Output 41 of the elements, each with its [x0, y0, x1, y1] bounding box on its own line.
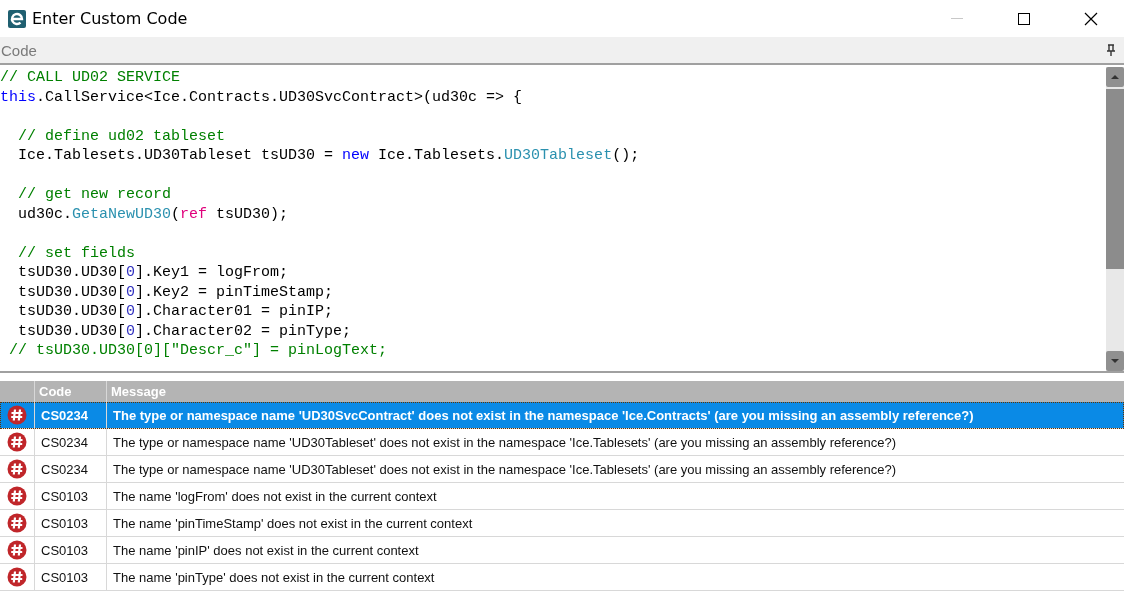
error-row[interactable]: CS0103 The name 'pinTimeStamp' does not exist in the current context — [0, 510, 1124, 537]
table-cell: CS0103 — [34, 510, 106, 536]
scroll-down-button[interactable] — [1106, 351, 1124, 371]
error-row[interactable]: CS0234 The type or namespace name 'UD30Tableset' does not exist in the namespace 'Ice.Tablesets' (are you missing an assembly reference?) — [0, 456, 1124, 483]
error-icon — [7, 486, 27, 506]
scrollbar-thumb[interactable] — [1106, 89, 1124, 269]
table-cell: CS0234 — [34, 429, 106, 455]
error-row[interactable]: CS0234 The type or namespace name 'UD30SvcContract' does not exist in the namespace 'Ice.Contracts' (are you missing an assembly reference?) — [0, 402, 1124, 429]
table-cell: CS0103 — [34, 483, 106, 509]
error-row[interactable]: CS0103 The name 'logFrom' does not exist in the current context — [0, 483, 1124, 510]
table-cell: The type or namespace name 'UD30Tableset' does not exist in the namespace 'Ice.Tablesets' (are you missing an assembly reference?) — [106, 429, 1124, 455]
pin-icon[interactable] — [1106, 44, 1116, 56]
scroll-up-button[interactable] — [1106, 67, 1124, 87]
error-icon — [7, 405, 27, 425]
table-cell: CS0103 — [34, 564, 106, 590]
table-cell: CS0234 — [34, 456, 106, 482]
error-row[interactable]: CS0103 The name 'pinIP' does not exist in the current context — [0, 537, 1124, 564]
code-editor[interactable]: // CALL UD02 SERVICE this.CallService<Ice.Contracts.UD30SvcContract>(ud30c => { // define ud02 tableset Ice.Tablesets.UD30Tableset tsUD30 = new Ice.Tablesets.UD30Tableset(); // get new record ud30c.GetaNewUD30(ref tsUD30); // set fields tsUD30.UD30[0].Key1 = logFrom; tsUD30.UD30[0].Key2 = pinTimeStamp; tsUD30.UD30[0].Character01 = pinIP; tsUD30.UD30[0].Character02 = pinType; // tsUD30.UD30[0]["Descr_c"] = pinLogText; — [0, 67, 1106, 371]
table-cell: The type or namespace name 'UD30SvcContract' does not exist in the namespace 'Ice.Contracts' (are you missing an assembly reference?) — [106, 402, 1124, 428]
up-triangle-icon — [1111, 75, 1119, 79]
error-icon — [7, 432, 27, 452]
error-icon — [7, 459, 27, 479]
error-icon — [7, 540, 27, 560]
error-row[interactable]: CS0103 The name 'pinType' does not exist in the current context — [0, 564, 1124, 591]
minimize-icon — [950, 17, 963, 20]
close-icon — [1083, 11, 1098, 26]
error-icon — [7, 513, 27, 533]
table-cell: CS0103 — [34, 537, 106, 563]
table-cell: The type or namespace name 'UD30Tableset' does not exist in the namespace 'Ice.Tablesets' (are you missing an assembly reference?) — [106, 456, 1124, 482]
error-icon — [7, 567, 27, 587]
table-cell: CS0234 — [34, 402, 106, 428]
down-triangle-icon — [1111, 359, 1119, 363]
panel-title: Code — [0, 41, 38, 59]
table-cell: The name 'pinIP' does not exist in the current context — [106, 537, 1124, 563]
maximize-icon — [1017, 12, 1030, 25]
table-cell: The name 'pinTimeStamp' does not exist in the current context — [106, 510, 1124, 536]
table-cell: The name 'logFrom' does not exist in the current context — [106, 483, 1124, 509]
error-row[interactable]: CS0234 The type or namespace name 'UD30Tableset' does not exist in the namespace 'Ice.Tablesets' (are you missing an assembly reference?) — [0, 429, 1124, 456]
table-cell: The name 'pinType' does not exist in the current context — [106, 564, 1124, 590]
window-title: Enter Custom Code — [32, 9, 189, 28]
app-logo-icon — [8, 9, 26, 28]
